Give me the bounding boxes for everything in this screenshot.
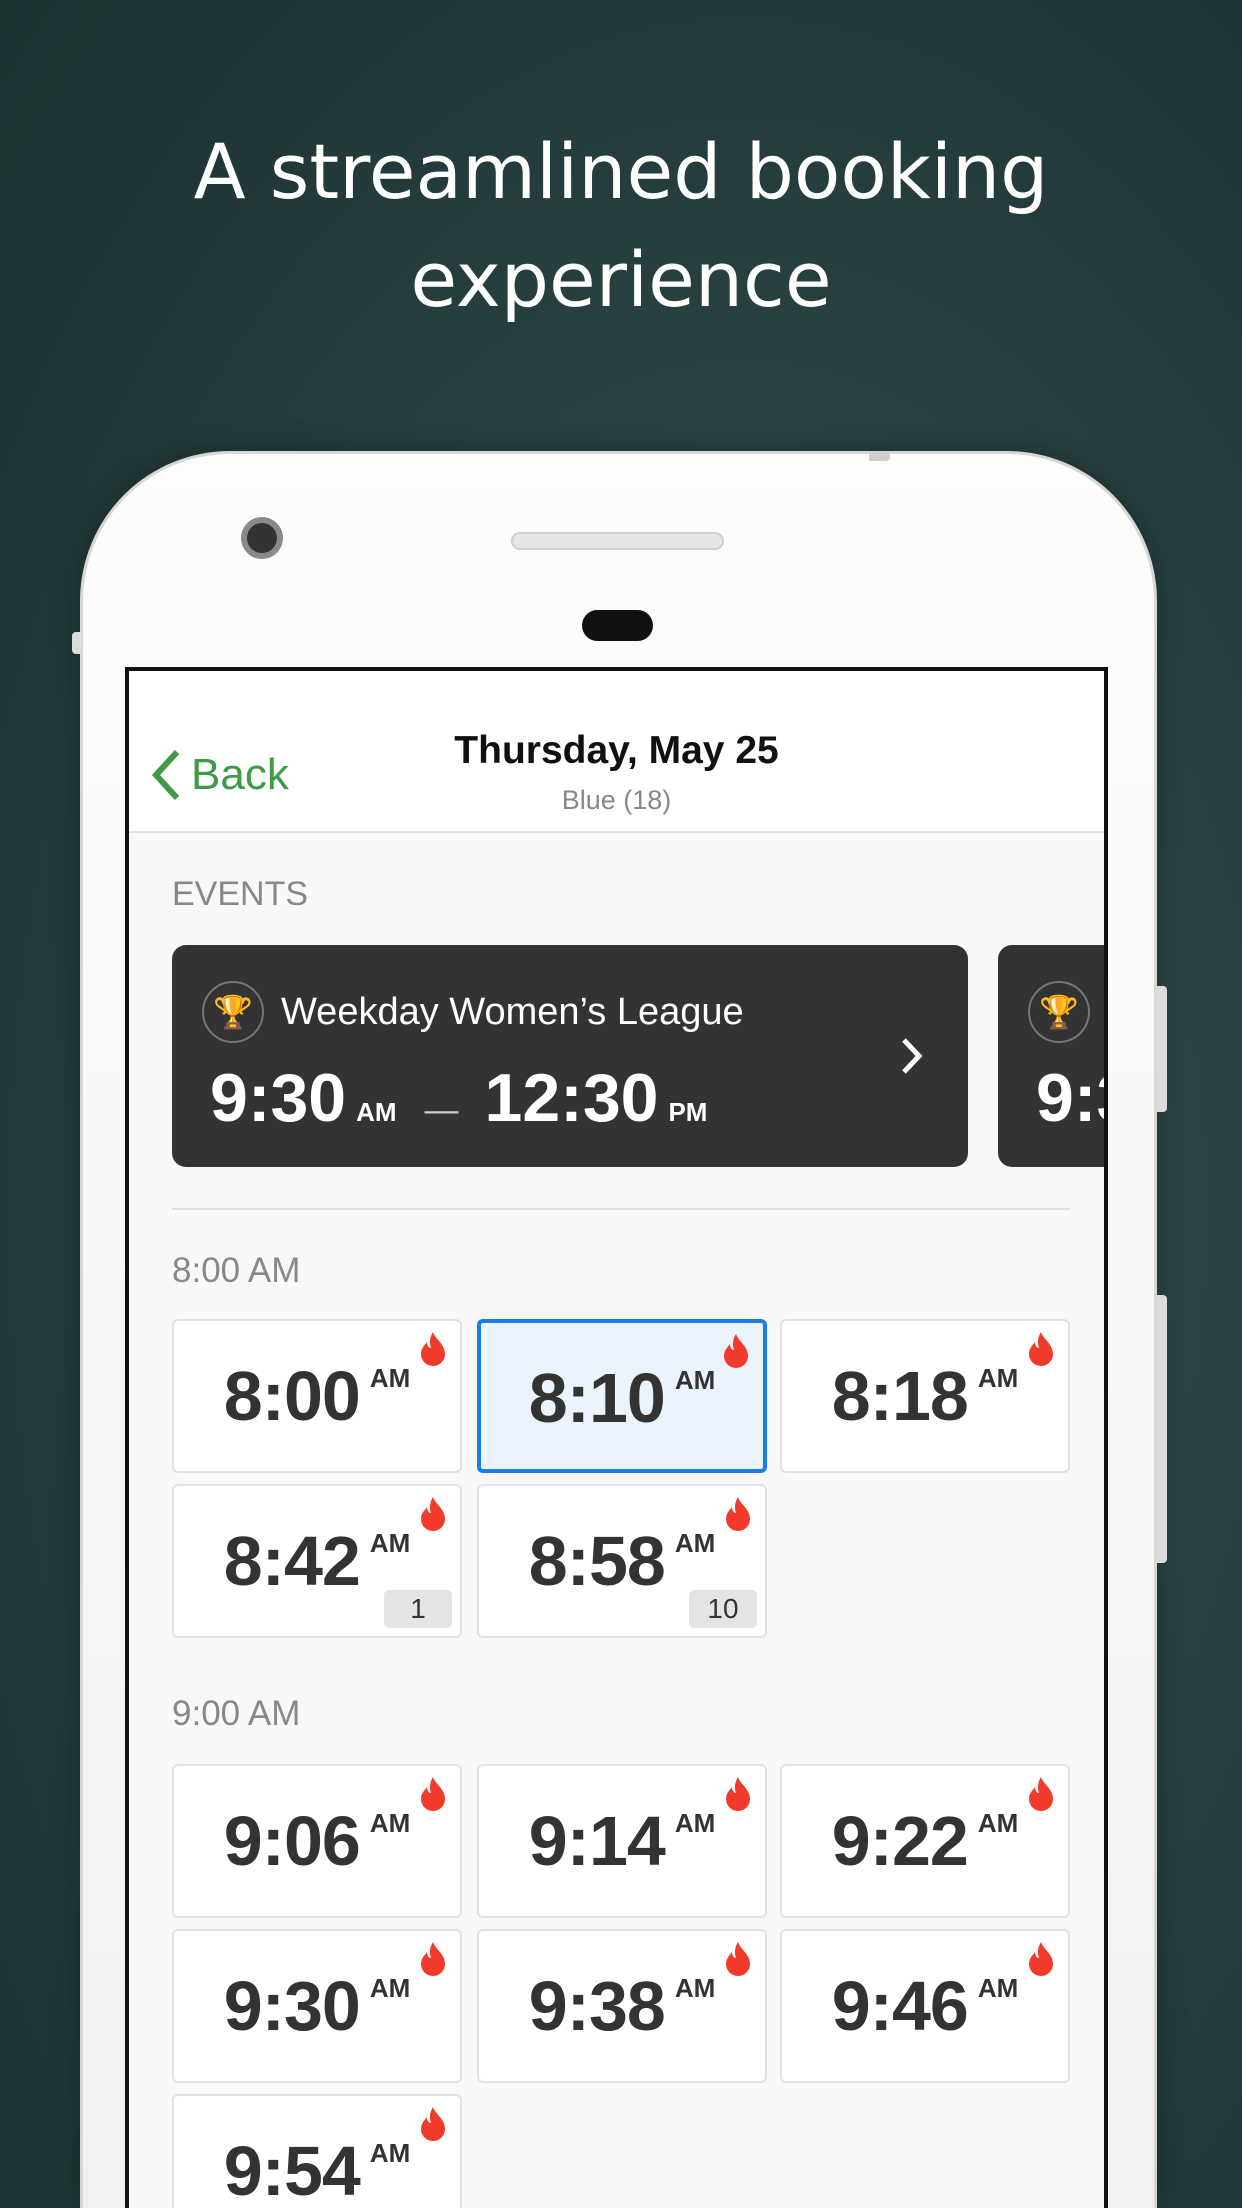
slot-time: 9:54 AM — [174, 2132, 460, 2208]
slot-time-value: 8:18 — [831, 1357, 969, 1435]
slot-count-badge: 1 — [384, 1590, 452, 1628]
app-screen: Back Thursday, May 25 Blue (18) EVENTS 🏆… — [125, 667, 1108, 2208]
slot-time-value: 9:46 — [831, 1967, 969, 2045]
flame-icon — [1029, 1332, 1053, 1366]
slot-time-value: 8:00 — [223, 1357, 361, 1435]
event-name: Weekday Women’s League — [281, 991, 744, 1033]
slot-period: AM — [369, 2138, 411, 2168]
time-group-label: 8:00 AM — [172, 1251, 301, 1290]
phone-side-button — [1157, 1295, 1167, 1563]
divider — [172, 1208, 1070, 1210]
slot-time-value: 8:58 — [528, 1522, 666, 1600]
slot-time: 9:06 AM — [174, 1802, 460, 1880]
tee-time-slot[interactable]: 9:54 AM — [172, 2094, 462, 2208]
tee-time-slot[interactable]: 9:06 AM — [172, 1764, 462, 1918]
tee-time-slot-selected[interactable]: 8:10 AM — [477, 1319, 767, 1473]
page-title: Thursday, May 25 — [454, 729, 779, 772]
camera-icon — [241, 517, 283, 559]
slot-time: 8:42 AM — [174, 1522, 460, 1600]
tee-time-slot[interactable]: 8:58 AM 10 — [477, 1484, 767, 1638]
trophy-icon: 🏆 — [1028, 981, 1090, 1043]
slot-time-value: 9:22 — [831, 1802, 969, 1880]
slot-period: AM — [674, 1528, 716, 1558]
slot-period: AM — [369, 1528, 411, 1558]
nav-header: Back Thursday, May 25 Blue (18) — [129, 671, 1104, 833]
events-heading: EVENTS — [172, 875, 309, 913]
flame-icon — [421, 2107, 445, 2141]
slot-period: AM — [369, 1973, 411, 2003]
phone-side-button — [1157, 986, 1167, 1112]
trophy-icon: 🏆 — [202, 981, 264, 1043]
phone-left-button — [72, 632, 82, 654]
tee-time-slot[interactable]: 8:42 AM 1 — [172, 1484, 462, 1638]
slot-period: AM — [369, 1363, 411, 1393]
slot-time-value: 9:54 — [223, 2132, 361, 2208]
tee-time-slot[interactable]: 8:00 AM — [172, 1319, 462, 1473]
slot-count-badge: 10 — [689, 1590, 757, 1628]
sensor — [582, 610, 653, 641]
phone-top-button — [869, 451, 890, 461]
event-start-partial: 9:3 — [1036, 1060, 1104, 1136]
flame-icon — [726, 1777, 750, 1811]
slot-time: 9:38 AM — [479, 1967, 765, 2045]
tee-time-slot[interactable]: 9:14 AM — [477, 1764, 767, 1918]
flame-icon — [421, 1777, 445, 1811]
slot-time-value: 8:10 — [528, 1359, 666, 1437]
slot-period: AM — [977, 1808, 1019, 1838]
slot-period: AM — [674, 1973, 716, 2003]
event-card-next[interactable]: 🏆 9:3 — [998, 945, 1104, 1167]
slot-time: 9:30 AM — [174, 1967, 460, 2045]
event-start-period: AM — [356, 1097, 397, 1127]
slot-time: 8:00 AM — [174, 1357, 460, 1435]
flame-icon — [726, 1497, 750, 1531]
page-subtitle: Blue (18) — [561, 785, 672, 815]
time-group-label: 9:00 AM — [172, 1694, 301, 1733]
slot-time: 8:18 AM — [782, 1357, 1068, 1435]
flame-icon — [421, 1332, 445, 1366]
event-start: 9:30 — [210, 1060, 347, 1136]
flame-icon — [1029, 1942, 1053, 1976]
tee-time-slot[interactable]: 9:46 AM — [780, 1929, 1070, 2083]
slot-time: 9:22 AM — [782, 1802, 1068, 1880]
event-times: 9:30 AM — 12:30 PM — [210, 1059, 735, 1137]
headline: A streamlined booking experience — [0, 118, 1242, 334]
headline-line-2: experience — [410, 235, 832, 324]
speaker-grille — [511, 532, 724, 550]
slot-period: AM — [977, 1973, 1019, 2003]
slot-time: 9:46 AM — [782, 1967, 1068, 2045]
flame-icon — [724, 1334, 748, 1368]
tee-time-slot[interactable]: 9:22 AM — [780, 1764, 1070, 1918]
slot-time-value: 9:14 — [528, 1802, 666, 1880]
tee-time-slot[interactable]: 9:30 AM — [172, 1929, 462, 2083]
slot-time-value: 8:42 — [223, 1522, 361, 1600]
slot-time: 9:14 AM — [479, 1802, 765, 1880]
slot-time: 8:58 AM — [479, 1522, 765, 1600]
event-card[interactable]: 🏆 Weekday Women’s League 9:30 AM — 12:30… — [172, 945, 968, 1167]
event-separator: — — [424, 1091, 459, 1129]
slot-period: AM — [674, 1808, 716, 1838]
tee-time-slot[interactable]: 9:38 AM — [477, 1929, 767, 2083]
slot-period: AM — [369, 1808, 411, 1838]
headline-line-1: A streamlined booking — [193, 127, 1049, 216]
tee-time-slot[interactable]: 8:18 AM — [780, 1319, 1070, 1473]
slot-time-value: 9:30 — [223, 1967, 361, 2045]
flame-icon — [1029, 1777, 1053, 1811]
chevron-right-icon — [902, 1038, 923, 1074]
slot-period: AM — [977, 1363, 1019, 1393]
slot-time: 8:10 AM — [481, 1359, 763, 1437]
slot-time-value: 9:38 — [528, 1967, 666, 2045]
flame-icon — [726, 1942, 750, 1976]
flame-icon — [421, 1942, 445, 1976]
event-end-period: PM — [668, 1097, 708, 1127]
event-end: 12:30 — [484, 1060, 659, 1136]
slot-period: AM — [674, 1365, 716, 1395]
slot-time-value: 9:06 — [223, 1802, 361, 1880]
flame-icon — [421, 1497, 445, 1531]
